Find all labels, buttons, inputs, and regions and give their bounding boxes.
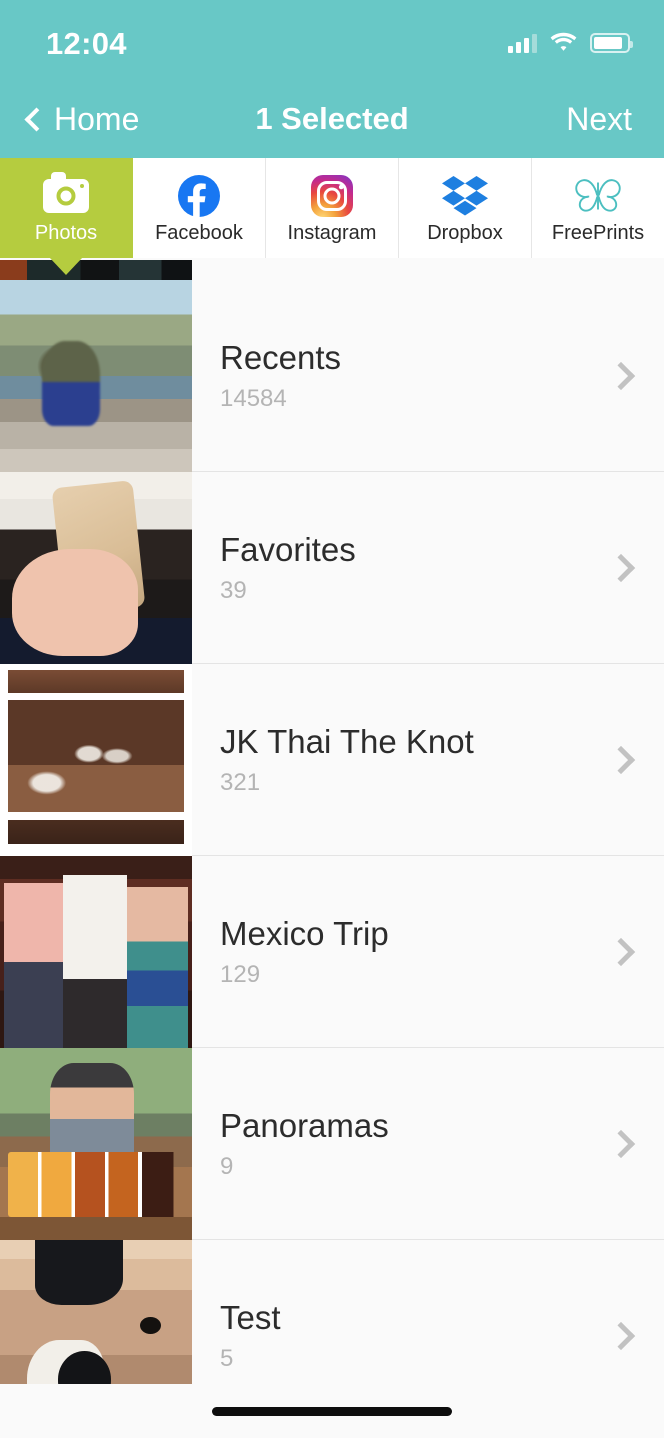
chevron-right-icon: [584, 280, 664, 471]
album-info: Recents 14584: [192, 280, 584, 471]
album-count: 129: [220, 960, 261, 988]
battery-icon: [590, 33, 633, 53]
album-info: JK Thai The Knot 321: [192, 664, 584, 855]
album-thumbnail: [0, 856, 192, 1048]
tab-dropbox-label: Dropbox: [427, 221, 503, 244]
album-thumbnail: [0, 260, 192, 280]
camera-icon: [43, 171, 89, 218]
album-count: 14584: [220, 384, 287, 412]
tab-photos-label: Photos: [34, 221, 98, 244]
album-info: Panoramas 9: [192, 1048, 584, 1239]
album-title: Favorites: [220, 530, 356, 568]
table-row[interactable]: Test 5: [0, 1240, 664, 1384]
album-count: 5: [220, 1344, 234, 1372]
chevron-right-icon: [584, 664, 664, 855]
cellular-signal-icon: [508, 33, 537, 53]
album-title: Test: [220, 1298, 281, 1336]
album-info: Test 5: [192, 1240, 584, 1384]
tab-facebook-label: Facebook: [155, 221, 243, 244]
back-button-label: Home: [54, 101, 140, 137]
wifi-icon: [550, 31, 577, 56]
tab-instagram[interactable]: Instagram: [266, 158, 399, 258]
album-thumbnail: [0, 472, 192, 664]
home-indicator-area: [0, 1384, 664, 1438]
tab-instagram-label: Instagram: [287, 221, 377, 244]
tab-dropbox[interactable]: Dropbox: [399, 158, 532, 258]
table-row[interactable]: Panoramas 9: [0, 1048, 664, 1240]
chevron-right-icon: [584, 472, 664, 663]
album-list[interactable]: Recents 14584 Favorites 39 JK Thai The K…: [0, 258, 664, 1384]
list-item-partial[interactable]: [0, 258, 664, 280]
album-info: Mexico Trip 129: [192, 856, 584, 1047]
table-row[interactable]: Recents 14584: [0, 280, 664, 472]
status-bar-clock: 12:04: [46, 25, 127, 61]
album-title: Mexico Trip: [220, 914, 389, 952]
table-row[interactable]: JK Thai The Knot 321: [0, 664, 664, 856]
chevron-right-icon: [584, 1048, 664, 1239]
chevron-right-icon: [584, 856, 664, 1047]
album-count: 9: [220, 1152, 234, 1180]
tab-photos[interactable]: Photos: [0, 158, 133, 258]
album-count: 39: [220, 576, 247, 604]
album-count: 321: [220, 768, 261, 796]
chevron-left-icon: [24, 107, 49, 132]
album-thumbnail: [0, 664, 192, 856]
navigation-bar: Home 1 Selected Next: [0, 80, 664, 158]
status-bar-icons: [508, 25, 633, 56]
table-row[interactable]: Mexico Trip 129: [0, 856, 664, 1048]
tab-freeprints-label: FreePrints: [551, 221, 645, 244]
table-row[interactable]: Favorites 39: [0, 472, 664, 664]
album-thumbnail: [0, 280, 192, 472]
album-info: Favorites 39: [192, 472, 584, 663]
tab-facebook[interactable]: Facebook: [133, 158, 266, 258]
dropbox-icon: [442, 174, 488, 218]
photo-picker-screen: 12:04 Home 1 Selected Next Photos Facebo…: [0, 0, 664, 1438]
album-title: Recents: [220, 338, 342, 376]
album-thumbnail: [0, 1240, 192, 1384]
source-tab-bar: Photos Facebook Instagram Dropbox FreePr…: [0, 158, 664, 258]
butterfly-icon: [573, 174, 623, 218]
status-bar: 12:04: [0, 0, 664, 80]
instagram-icon: [310, 174, 354, 218]
album-title: Panoramas: [220, 1106, 389, 1144]
home-indicator-bar[interactable]: [212, 1406, 452, 1416]
album-title: JK Thai The Knot: [220, 722, 474, 760]
back-button[interactable]: Home: [24, 103, 139, 135]
album-thumbnail: [0, 1048, 192, 1240]
facebook-icon: [177, 174, 221, 218]
next-button[interactable]: Next: [566, 103, 640, 135]
tab-freeprints[interactable]: FreePrints: [532, 158, 664, 258]
chevron-right-icon: [584, 1240, 664, 1384]
